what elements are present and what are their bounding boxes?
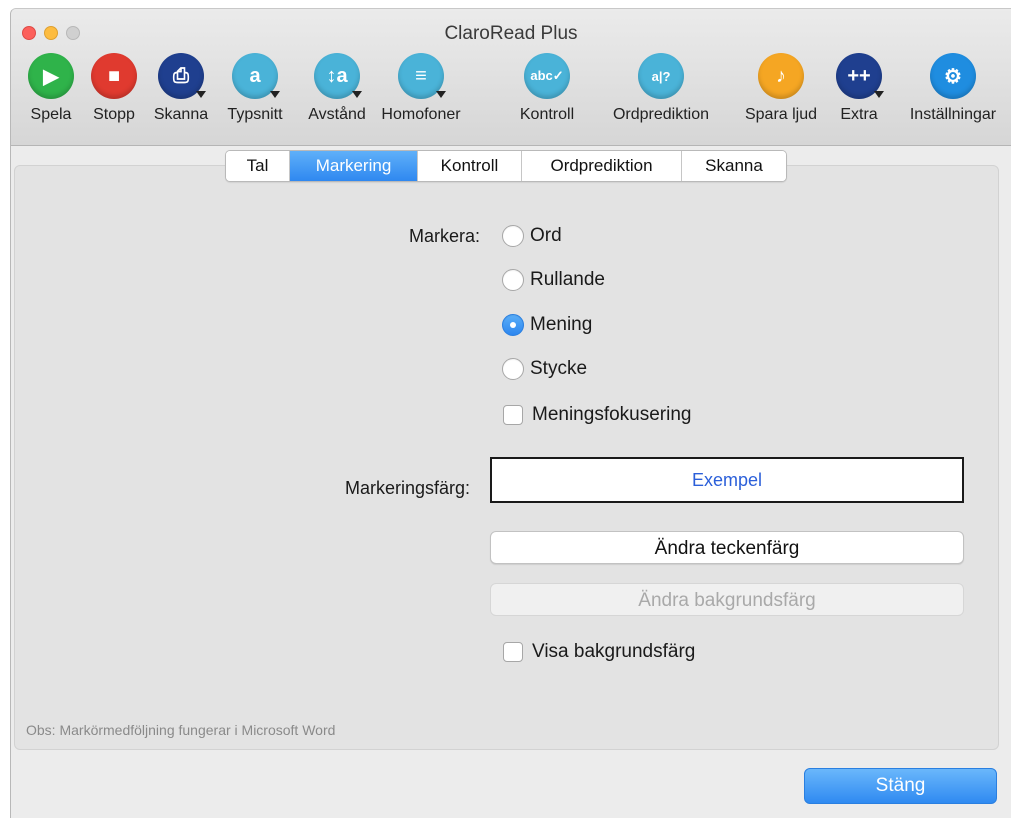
footnote: Obs: Markörmedföljning fungerar i Micros… — [26, 722, 336, 738]
icon-glyph: ++ — [847, 64, 871, 87]
close-button[interactable]: Stäng — [804, 768, 997, 804]
sentence-focus-checkbox[interactable] — [503, 405, 523, 425]
tab-kontroll[interactable]: Kontroll — [418, 151, 522, 181]
icon-glyph: abc✓ — [530, 68, 564, 83]
icon-glyph: a — [249, 64, 261, 87]
radio-label: Ord — [530, 225, 562, 246]
icon-glyph: ↕a — [326, 64, 348, 87]
tab-ordprediktion[interactable]: Ordprediktion — [522, 151, 682, 181]
word-prediction-icon: a|? — [638, 53, 684, 99]
radio-label: Mening — [530, 314, 593, 335]
show-background-option[interactable]: Visa bakgrundsfärg — [503, 641, 695, 663]
settings-gear-icon: ⚙ — [930, 53, 976, 99]
checkbox-label: Visa bakgrundsfärg — [532, 641, 696, 662]
change-background-color-button: Ändra bakgrundsfärg — [490, 583, 964, 616]
radio-ord[interactable]: Ord — [502, 225, 562, 247]
toolbar-word-prediction-button[interactable]: a|? Ordprediktion — [591, 53, 731, 124]
toolbar-label: Ordprediktion — [612, 106, 710, 123]
radio-stycke[interactable]: Stycke — [502, 358, 587, 380]
toolbar-label: Inställningar — [909, 106, 997, 123]
change-text-color-button[interactable]: Ändra teckenfärg — [490, 531, 964, 564]
icon-glyph: ⚙ — [944, 65, 962, 88]
extra-icon: ++ — [836, 53, 884, 99]
radio-label: Rullande — [530, 269, 605, 290]
toolbar: ▶ Spela ■ Stopp ⎙ Skanna a Typsnitt ↕a Avstånd ≡ Ho… — [11, 53, 1011, 145]
show-background-checkbox[interactable] — [503, 642, 523, 662]
toolbar-label: Extra — [840, 106, 878, 123]
dropdown-arrow-icon — [436, 91, 446, 98]
icon-glyph: ≡ — [415, 64, 427, 87]
icon-glyph: a|? — [651, 68, 671, 84]
radio-button[interactable] — [502, 225, 524, 247]
toolbar-homophones-button[interactable]: ≡ Homofoner — [351, 53, 491, 124]
radio-button[interactable] — [502, 269, 524, 291]
radio-label: Stycke — [530, 358, 588, 379]
spellcheck-icon: abc✓ — [524, 53, 570, 99]
radio-button[interactable] — [502, 358, 524, 380]
icon-glyph: ♪ — [776, 64, 786, 87]
tab-markering[interactable]: Markering — [290, 151, 418, 181]
sentence-focus-option[interactable]: Meningsfokusering — [503, 404, 691, 426]
radio-rullande[interactable]: Rullande — [502, 269, 605, 291]
highlight-example-preview: Exempel — [490, 457, 964, 503]
homophones-icon: ≡ — [398, 53, 446, 99]
window-title: ClaroRead Plus — [444, 23, 578, 44]
tab-tal[interactable]: Tal — [226, 151, 290, 181]
tab-skanna[interactable]: Skanna — [682, 151, 786, 181]
radio-button[interactable] — [502, 314, 524, 336]
checkbox-label: Meningsfokusering — [532, 404, 692, 425]
highlight-label: Markera: — [408, 226, 480, 246]
title-bar: ClaroRead Plus ▶ Spela ■ Stopp ⎙ Skanna a Typsn… — [11, 9, 1011, 146]
highlight-color-label: Markeringsfärg: — [344, 478, 470, 498]
toolbar-settings-gear-button[interactable]: ⚙ Inställningar — [883, 53, 1011, 124]
tab-bar: Tal Markering Kontroll Ordprediktion Skanna — [225, 150, 787, 182]
toolbar-label: Homofoner — [381, 106, 461, 123]
radio-mening[interactable]: Mening — [502, 314, 592, 336]
toolbar-label: Kontroll — [519, 106, 575, 123]
